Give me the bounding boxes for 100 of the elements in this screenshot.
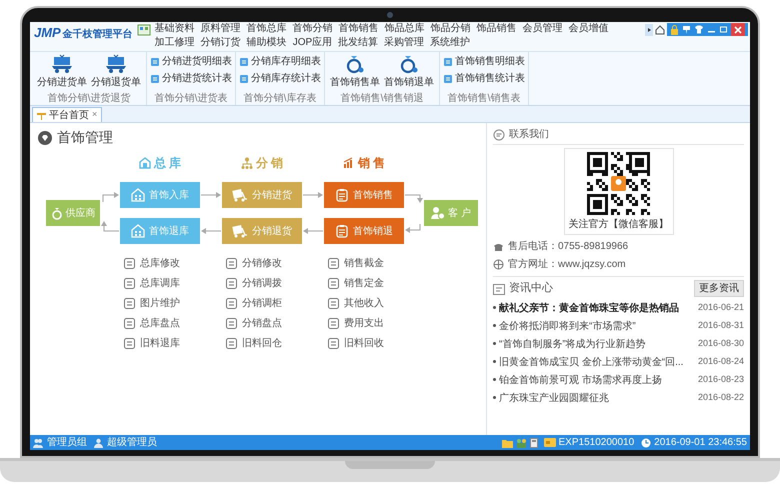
ribbon-link[interactable]: 分销进货统计表 [162, 71, 232, 86]
function-link[interactable]: 分销修改 [242, 256, 282, 271]
report-icon[interactable] [443, 56, 453, 66]
camera-icon [387, 12, 393, 18]
menu-item[interactable]: 原料管理 [200, 22, 241, 36]
report-icon[interactable] [150, 74, 160, 84]
function-link[interactable]: 分销调柜 [242, 296, 282, 311]
tab-close[interactable]: × [92, 108, 98, 122]
menu-item[interactable]: 加工修理 [154, 36, 195, 50]
maximize-icon[interactable] [719, 25, 728, 34]
user-name-text: 超级管理员 [107, 436, 157, 450]
ribbon-link[interactable]: 分销库存统计表 [251, 71, 321, 86]
clipboard-icon [335, 188, 349, 202]
connector-arrow [101, 192, 119, 202]
box-label: 分销进货 [252, 188, 292, 202]
report-icon[interactable] [239, 74, 249, 84]
menu-item[interactable]: 基础资料 [154, 22, 195, 36]
menu-item[interactable]: 饰品分销 [430, 22, 471, 36]
ribbon-link[interactable]: 首饰销售统计表 [455, 71, 525, 86]
function-link[interactable]: 销售截金 [344, 256, 384, 271]
function-link[interactable]: 销售定金 [344, 276, 384, 291]
lock-icon[interactable] [670, 24, 679, 34]
report-icon[interactable] [443, 74, 453, 84]
scroll-right-icon[interactable] [645, 24, 653, 36]
ribbon-button[interactable]: 首饰销售单 [330, 75, 380, 90]
news-date: 2016-08-30 [698, 337, 744, 350]
box-label: 首饰销退 [353, 224, 393, 238]
tab-label: 平台首页 [49, 108, 89, 122]
function-link[interactable]: 总库盘点 [140, 316, 180, 331]
close-icon[interactable] [734, 26, 742, 34]
ribbon-button[interactable]: 分销退货单 [91, 75, 141, 90]
flow-arrow [303, 227, 323, 235]
function-link[interactable]: 其他收入 [344, 296, 384, 311]
report-icon[interactable] [150, 56, 160, 66]
person-icon [431, 206, 446, 220]
users-icon[interactable] [516, 438, 527, 448]
document-icon [226, 338, 237, 349]
function-link[interactable]: 旧料回收 [344, 336, 384, 351]
ribbon-button[interactable]: 首饰销退单 [384, 75, 434, 90]
menu-item[interactable]: JOP应用 [292, 36, 332, 50]
box-label: 首饰销售 [353, 188, 393, 202]
menu-item[interactable]: 首饰销售 [338, 22, 379, 36]
ring-icon[interactable] [344, 54, 366, 74]
qr-code [587, 152, 650, 215]
menu-item[interactable]: 首饰总库 [246, 22, 287, 36]
function-link[interactable]: 旧料回仓 [242, 336, 282, 351]
cart-icon[interactable] [105, 54, 127, 74]
more-news-button[interactable]: 更多资讯 [694, 280, 744, 297]
report-icon[interactable] [239, 56, 249, 66]
document-icon [226, 278, 237, 289]
function-link[interactable]: 分销调拨 [242, 276, 282, 291]
group-label: 首饰分销\库存表 [242, 93, 318, 105]
news-link[interactable]: 金价将抵消即将到来“市场需求” [499, 319, 695, 334]
menu-item[interactable]: 饰品销售 [476, 22, 517, 36]
cart-icon[interactable] [51, 54, 73, 74]
user-group-text: 管理员组 [47, 436, 87, 450]
column-title: 分 销 [256, 155, 284, 172]
function-link[interactable]: 旧料退库 [140, 336, 180, 351]
bullet-icon [493, 342, 496, 345]
shirt-icon[interactable] [694, 25, 704, 34]
chat-icon [493, 128, 505, 140]
menu-item[interactable]: 首饰分销 [292, 22, 333, 36]
menu-item[interactable]: 分销订货 [200, 36, 241, 50]
pin-icon[interactable] [682, 24, 691, 34]
function-link[interactable]: 费用支出 [344, 316, 384, 331]
menu-item[interactable]: 辅助模块 [246, 36, 287, 50]
function-link[interactable]: 图片维护 [140, 296, 180, 311]
news-link[interactable]: “首饰自制服务”将成为行业新趋势 [499, 337, 695, 352]
function-link[interactable]: 总库调库 [140, 276, 180, 291]
ribbon-link[interactable]: 分销库存明细表 [251, 54, 321, 69]
menu-item[interactable]: 饰品总库 [384, 22, 425, 36]
ribbon-link[interactable]: 首饰销售明细表 [455, 54, 525, 69]
news-link[interactable]: 铂金首饰前景可观 市场需求再度上扬 [499, 373, 695, 388]
menu-item[interactable]: 采购管理 [384, 36, 424, 50]
document-icon [328, 318, 339, 329]
menu-item[interactable]: 系统维护 [430, 36, 470, 50]
news-link[interactable]: 献礼父亲节：黄金首饰珠宝等你是热销品 [499, 301, 695, 316]
document-icon [124, 298, 135, 309]
connector-arrow [405, 224, 423, 234]
bullet-icon [493, 306, 496, 309]
folder-icon[interactable] [502, 438, 513, 448]
function-link[interactable]: 分销盘点 [242, 316, 282, 331]
menu-item[interactable]: 批发结算 [338, 36, 378, 50]
home-icon[interactable] [655, 24, 665, 34]
tab[interactable]: 平台首页 × [32, 107, 102, 122]
ring-icon[interactable] [398, 54, 420, 74]
document-icon [328, 278, 339, 289]
function-link[interactable]: 总库修改 [140, 256, 180, 271]
grid-icon[interactable] [136, 24, 151, 36]
news-date: 2016-08-24 [698, 355, 744, 368]
ribbon-link[interactable]: 分销进货明细表 [162, 54, 232, 69]
column-title: 销 售 [358, 155, 386, 172]
calculator-icon[interactable] [530, 438, 538, 448]
news-link[interactable]: 广东珠宝产业园圆耀征兆 [499, 391, 695, 406]
news-link[interactable]: 旧黄金首饰成宝贝 金价上涨带动黄金“回... [499, 355, 695, 370]
box-label: 首饰入库 [149, 188, 189, 202]
menu-item[interactable]: 会员增值 [568, 22, 609, 36]
ribbon-button[interactable]: 分销进货单 [37, 75, 87, 90]
menu-item[interactable]: 会员管理 [522, 22, 563, 36]
users-icon [33, 438, 43, 448]
